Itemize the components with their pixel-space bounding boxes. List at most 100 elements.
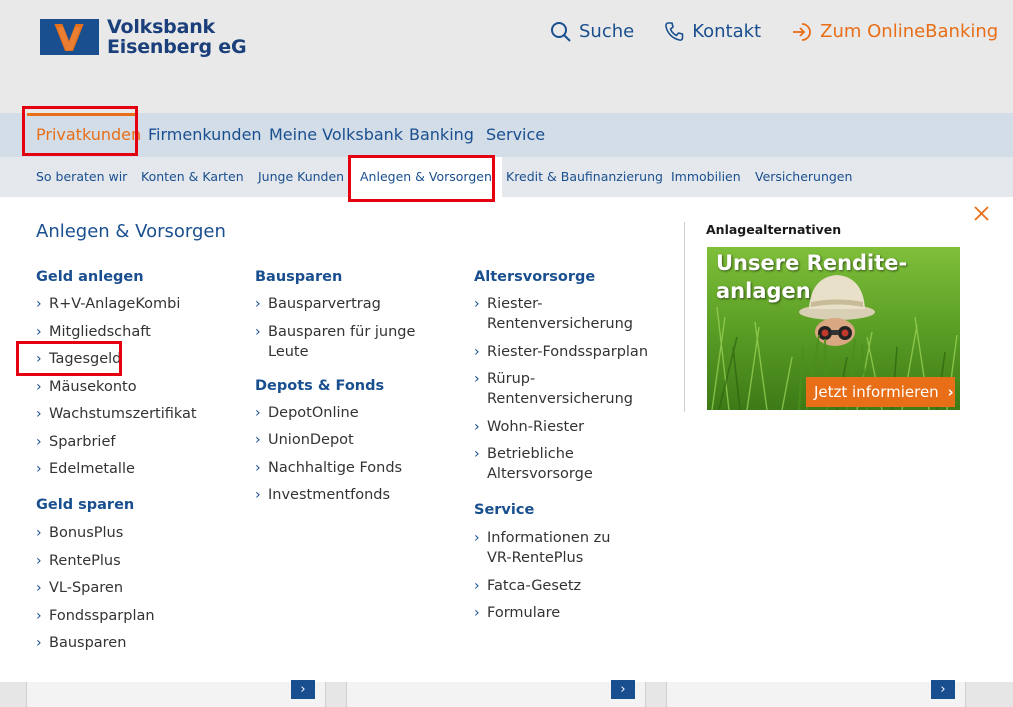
content-card <box>346 682 646 707</box>
menu-link[interactable]: › Sparbrief <box>36 432 241 452</box>
chevron-right-icon: › <box>620 682 626 697</box>
promo-banner[interactable]: Unsere Rendite- anlagen Jetzt informiere… <box>707 247 960 410</box>
chevron-right-icon: › <box>474 343 480 360</box>
nav-meine-volksbank[interactable]: Meine Volksbank <box>269 113 403 157</box>
menu-link[interactable]: › R+V-AnlageKombi <box>36 294 241 314</box>
chevron-right-icon: › <box>300 682 306 697</box>
card-arrow-button[interactable]: › <box>931 680 955 699</box>
chevron-right-icon: › <box>255 323 261 340</box>
chevron-right-icon: › <box>474 577 480 594</box>
menu-link[interactable]: › Bausparen für junge Leute <box>255 322 460 362</box>
online-banking-link[interactable]: Zum OnlineBanking <box>791 18 998 44</box>
chevron-right-icon: › <box>36 635 42 651</box>
online-banking-label: Zum OnlineBanking <box>820 20 999 42</box>
search-link[interactable]: Suche <box>550 18 634 44</box>
chevron-right-icon: › <box>474 605 480 621</box>
group-title-service: Service <box>474 502 535 518</box>
main-navigation: Privatkunden Firmenkunden Meine Volksban… <box>0 113 1013 157</box>
menu-link[interactable]: › Mitgliedschaft <box>36 322 241 342</box>
chevron-right-icon: › <box>255 459 261 476</box>
menu-link[interactable]: › Bausparvertrag <box>255 294 460 314</box>
subnav-versicherungen[interactable]: Versicherungen <box>755 157 852 197</box>
nav-service[interactable]: Service <box>486 113 545 157</box>
chevron-right-icon: › <box>474 530 480 546</box>
sub-navigation: So beraten wir Konten & Karten Junge Kun… <box>0 157 1013 197</box>
chevron-right-icon: › <box>474 446 480 462</box>
subnav-so-beraten-wir[interactable]: So beraten wir <box>36 157 127 197</box>
menu-link[interactable]: › Betriebliche Altersvorsorge <box>474 444 679 484</box>
nav-banking[interactable]: Banking <box>409 113 474 157</box>
promo-headline-line1: Unsere Rendite- <box>716 251 908 275</box>
chevron-right-icon: › <box>255 432 261 448</box>
menu-link[interactable]: › RentePlus <box>36 551 241 571</box>
menu-link[interactable]: › Wohn-Riester <box>474 417 679 437</box>
header-actions: Suche Kontakt Zum OnlineBanking <box>550 18 998 44</box>
chevron-right-icon: › <box>36 525 42 541</box>
chevron-right-icon: › <box>940 682 946 697</box>
group-title-altersvorsorge: Altersvorsorge <box>474 269 596 285</box>
menu-link[interactable]: › Mäusekonto <box>36 377 241 397</box>
chevron-right-icon: › <box>36 351 42 367</box>
menu-link[interactable]: › VL-Sparen <box>36 578 241 598</box>
chevron-right-icon: › <box>255 487 261 503</box>
subnav-immobilien[interactable]: Immobilien <box>671 157 741 197</box>
search-label: Suche <box>579 20 635 42</box>
menu-link[interactable]: › Fatca-Gesetz <box>474 576 679 596</box>
menu-link[interactable]: › Formulare <box>474 603 679 623</box>
chevron-right-icon: › <box>36 552 42 569</box>
nav-privatkunden[interactable]: Privatkunden <box>36 113 141 157</box>
group-title-depots-fonds: Depots & Fonds <box>255 377 385 394</box>
login-icon <box>791 21 812 42</box>
menu-link[interactable]: › Riester-Rentenversicherung <box>474 294 679 334</box>
group-title-bausparen: Bausparen <box>255 269 343 285</box>
contact-link[interactable]: Kontakt <box>664 18 761 44</box>
panel-title: Anlegen & Vorsorgen <box>36 221 226 242</box>
card-arrow-button[interactable]: › <box>611 680 635 699</box>
menu-link[interactable]: › UnionDepot <box>255 430 460 450</box>
menu-link[interactable]: › Bausparen <box>36 633 241 653</box>
chevron-right-icon: › <box>474 296 480 312</box>
chevron-right-icon: › <box>36 461 42 477</box>
chevron-right-icon: › <box>255 404 261 421</box>
close-icon[interactable] <box>972 204 991 223</box>
chevron-right-icon: › <box>36 406 42 422</box>
nav-firmenkunden[interactable]: Firmenkunden <box>148 113 262 157</box>
content-card <box>26 682 326 707</box>
chevron-right-icon: › <box>474 371 480 387</box>
menu-link[interactable]: › DepotOnline <box>255 403 460 423</box>
aside-title: Anlagealternativen <box>706 222 842 237</box>
promo-cta-button[interactable]: Jetzt informieren › <box>806 377 955 407</box>
phone-icon <box>664 21 684 42</box>
subnav-kredit-baufinanzierung[interactable]: Kredit & Baufinanzierung <box>506 157 663 197</box>
menu-link[interactable]: › Fondssparplan <box>36 606 241 626</box>
menu-link[interactable]: › Edelmetalle <box>36 459 241 479</box>
chevron-right-icon: › <box>36 433 42 450</box>
menu-link[interactable]: › Wachstumszertifikat <box>36 404 241 424</box>
menu-link[interactable]: › Investmentfonds <box>255 485 460 505</box>
menu-link[interactable]: › Nachhaltige Fonds <box>255 458 460 478</box>
promo-headline-line2: anlagen <box>716 279 811 303</box>
bank-logo[interactable]: Volksbank Eisenberg eG <box>40 17 247 58</box>
chevron-right-icon: › <box>36 580 42 596</box>
chevron-right-icon: › <box>947 383 954 401</box>
menu-link[interactable]: › Informationen zu VR-RentePlus <box>474 528 639 568</box>
volksbank-logo-icon <box>40 19 99 55</box>
card-arrow-button[interactable]: › <box>291 680 315 699</box>
brand-name-line2: Eisenberg eG <box>107 36 247 58</box>
contact-label: Kontakt <box>692 20 762 42</box>
menu-column-3: Altersvorsorge › Riester-Rentenversicheru… <box>474 265 679 623</box>
menu-link-tagesgeld[interactable]: › Tagesgeld <box>36 349 241 369</box>
menu-link[interactable]: › Rürup-Rentenversicherung <box>474 369 679 409</box>
search-icon <box>550 21 571 42</box>
group-title-geld-anlegen: Geld anlegen <box>36 269 144 285</box>
chevron-right-icon: › <box>255 296 261 312</box>
site-header: Volksbank Eisenberg eG Suche Kontakt Zum… <box>0 0 1013 113</box>
chevron-right-icon: › <box>36 607 42 624</box>
menu-link[interactable]: › BonusPlus <box>36 523 241 543</box>
content-card <box>666 682 966 707</box>
subnav-konten-karten[interactable]: Konten & Karten <box>141 157 244 197</box>
subnav-junge-kunden[interactable]: Junge Kunden <box>258 157 344 197</box>
menu-link[interactable]: › Riester-Fondssparplan <box>474 342 679 362</box>
subnav-anlegen-vorsorgen[interactable]: Anlegen & Vorsorgen <box>350 157 502 197</box>
column-divider <box>684 222 685 412</box>
